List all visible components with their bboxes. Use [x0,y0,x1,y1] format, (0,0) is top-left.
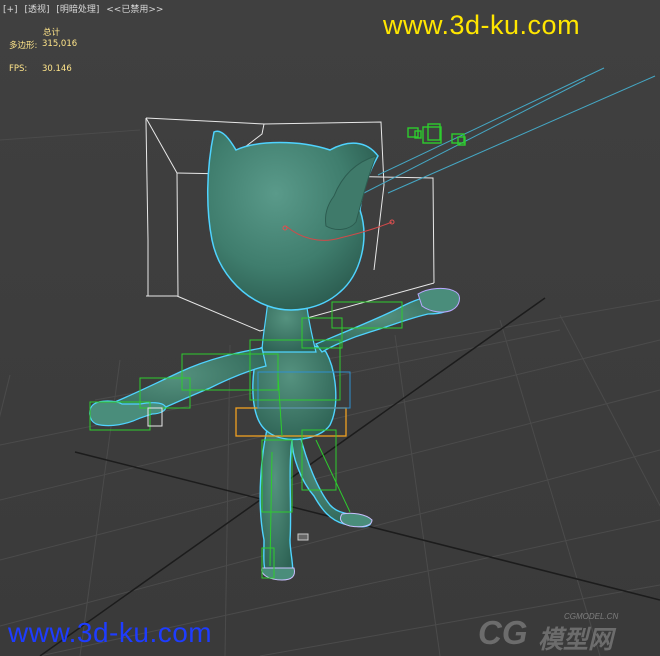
watermark-top: www.3d-ku.com [383,10,581,40]
viewport-plus-menu[interactable]: [+] [3,5,18,15]
viewport-view-menu[interactable]: [透视] [24,5,49,15]
character-model[interactable] [89,130,460,581]
scene-canvas[interactable] [0,0,660,656]
viewport-label-menu: [+] [透视] [明暗处理] <<已禁用>> [3,2,167,15]
stats-fps-label: FPS: [9,64,28,74]
stats-polys-label: 多边形: [9,41,38,51]
cg-logo-domain: CGMODEL.CN [564,612,619,621]
cgmodel-logo: CG 模型网 CGMODEL.CN [478,612,654,654]
perspective-viewport[interactable]: [+] [透视] [明暗处理] <<已禁用>> 总计 多边形: 315,016 … [0,0,660,656]
helper-boxes[interactable] [407,123,466,146]
ground-grid-main-axes [39,297,660,656]
stats-polys-value: 315,016 [42,39,78,49]
cg-logo-mark: CG [478,614,528,651]
stats-fps-value: 30.146 [42,64,72,74]
viewport-shading-menu[interactable]: [明暗处理] [56,5,99,15]
stats-total-label: 总计 [43,28,61,38]
cg-logo-chinese: 模型网 [538,625,614,654]
viewport-disabled-menu[interactable]: <<已禁用>> [106,5,163,15]
target-lines [359,67,656,196]
watermark-bottom: www.3d-ku.com [8,617,213,648]
